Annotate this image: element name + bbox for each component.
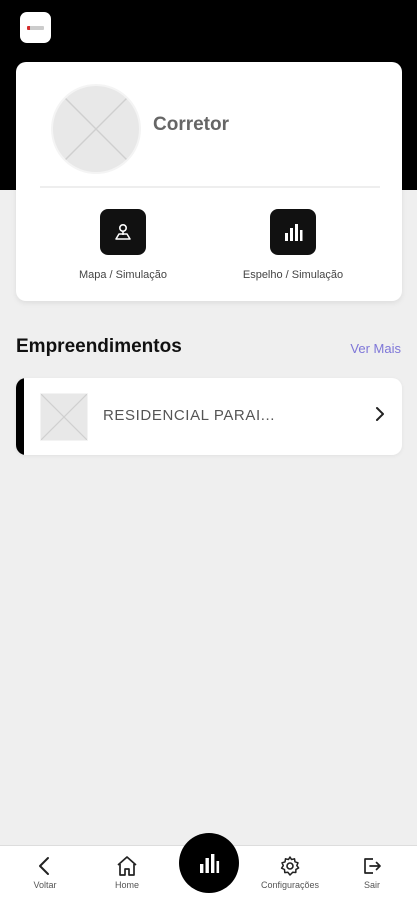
map-simulation-button[interactable]: Mapa / Simulação	[43, 209, 203, 281]
chevron-right-icon	[376, 407, 384, 421]
project-thumbnail	[40, 393, 88, 441]
map-simulation-label: Mapa / Simulação	[78, 269, 168, 281]
image-placeholder-icon	[41, 394, 87, 440]
bar-chart-icon	[200, 854, 220, 873]
logout-icon	[364, 858, 381, 874]
app-logo	[20, 12, 51, 43]
project-list-item[interactable]: RESIDENCIAL PARAI...	[16, 378, 402, 455]
divider	[40, 186, 380, 188]
mirror-simulation-button[interactable]: Espelho / Simulação	[213, 209, 373, 281]
avatar-placeholder-icon	[62, 95, 130, 163]
nav-logout[interactable]: Sair	[332, 855, 412, 890]
home-icon	[117, 856, 137, 876]
nav-home-label: Home	[114, 880, 139, 890]
mirror-simulation-label: Espelho / Simulação	[242, 269, 344, 281]
profile-card: Corretor Mapa / Simulação Espelho / Simu…	[16, 62, 402, 301]
project-name: RESIDENCIAL PARAI...	[103, 407, 276, 424]
nav-settings[interactable]: Configurações	[250, 855, 330, 890]
see-more-link[interactable]: Ver Mais	[350, 341, 401, 356]
gear-icon	[280, 856, 300, 876]
map-pin-icon	[100, 209, 146, 255]
nav-logout-label: Sair	[363, 880, 380, 890]
bar-chart-icon	[270, 209, 316, 255]
nav-back-label: Voltar	[33, 880, 57, 890]
profile-name: Corretor	[153, 114, 230, 135]
nav-center-button[interactable]	[179, 833, 239, 893]
avatar[interactable]	[51, 84, 141, 174]
section-title: Empreendimentos	[16, 336, 182, 357]
logo-mark	[27, 25, 44, 30]
item-accent-bar	[16, 378, 24, 455]
chevron-left-icon	[39, 857, 49, 875]
nav-back[interactable]: Voltar	[5, 855, 85, 890]
nav-home[interactable]: Home	[87, 855, 167, 890]
nav-settings-label: Configurações	[260, 880, 320, 890]
